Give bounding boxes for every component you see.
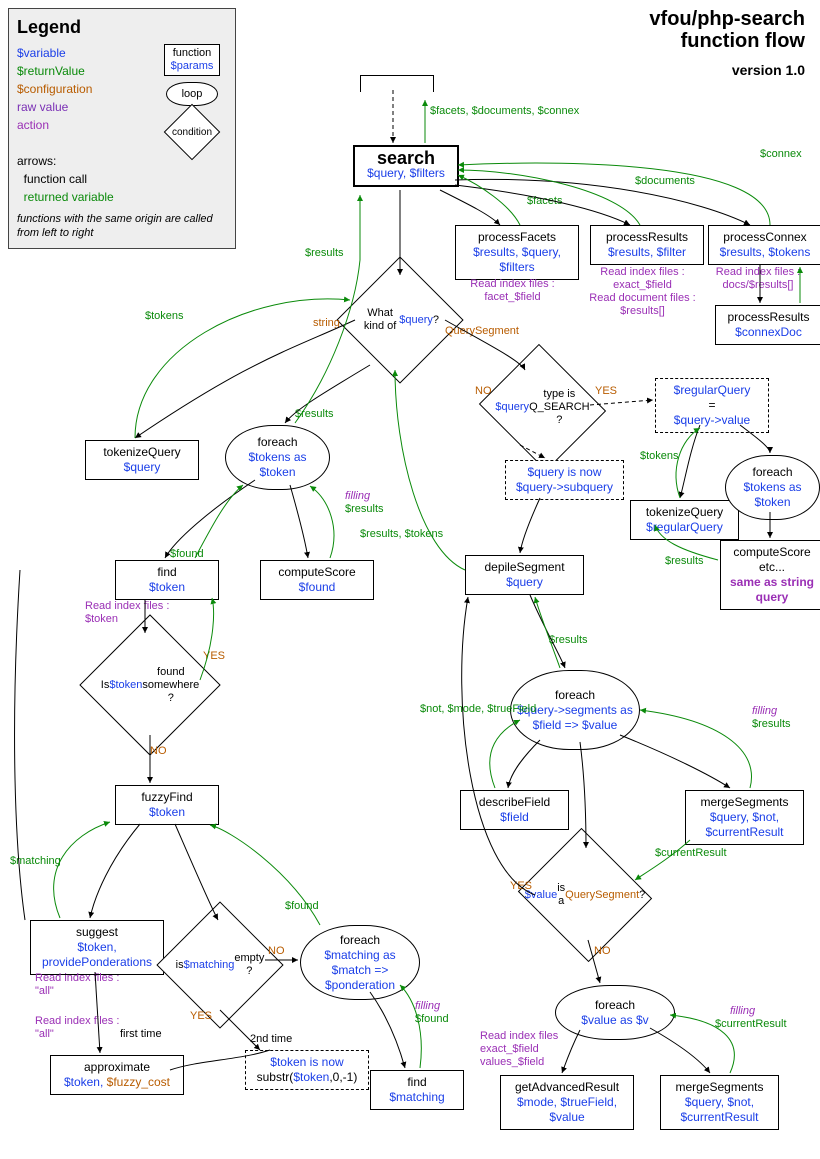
lbl-filling-3: filling [752, 705, 777, 717]
legend-condition: condition [172, 112, 212, 152]
lbl-facets: $facets [527, 195, 562, 207]
read-facet: Read index files :facet_$field [460, 278, 565, 304]
tokenize-query-box: tokenizeQuery $query [85, 440, 199, 480]
legend-arrow-ret: returned variable [24, 190, 114, 204]
read-token: Read index files :$token [85, 600, 185, 626]
foreach-matching: foreach$matching as $match => $ponderati… [300, 925, 420, 1000]
lbl-2ndtime: 2nd time [250, 1033, 292, 1045]
lbl-results-5: $results [665, 555, 704, 567]
depile-segment-box: depileSegment $query [465, 555, 584, 595]
lbl-documents: $documents [635, 175, 695, 187]
foreach-value: foreach$value as $v [555, 985, 675, 1040]
lbl-filling-2: filling [415, 1000, 440, 1012]
merge-segments-box: mergeSegments $query, $not, $currentResu… [685, 790, 804, 845]
token-substr-box: $token is now substr($token,0,-1) [245, 1050, 369, 1090]
suggest-box: suggest $token, providePonderations [30, 920, 164, 975]
lbl-yes-valueqs: YES [510, 880, 532, 892]
lbl-results-4: $results [752, 718, 791, 730]
lbl-connex: $connex [760, 148, 802, 160]
lbl-querysegment: QuerySegment [445, 325, 519, 337]
cond-token-found: Is $token found somewhere ? [100, 635, 200, 735]
search-box: search $query, $filters [353, 145, 459, 187]
lbl-results-2: $results [295, 408, 334, 420]
read-exact: Read index files :exact_$fieldRead docum… [585, 266, 700, 318]
get-advanced-result-box: getAdvancedResult $mode, $trueField, $va… [500, 1075, 634, 1130]
lbl-matching-1: $matching [10, 855, 61, 867]
lbl-yes-qsearch: YES [595, 385, 617, 397]
lbl-tokens-1: $tokens [145, 310, 184, 322]
lbl-found-3: $found [415, 1013, 449, 1025]
legend-config: $configuration [17, 82, 92, 96]
lbl-results-3: $results [345, 503, 384, 515]
cond-value-qs: $value is a QuerySegment ? [535, 850, 635, 940]
lbl-filling-4: filling [730, 1005, 755, 1017]
title-version: version 1.0 [732, 62, 805, 78]
lbl-firsttime: first time [120, 1028, 162, 1040]
cond-whatkind: What kind of $query ? [355, 275, 445, 365]
lbl-filling-1: filling [345, 490, 370, 502]
foreach-tokens2: foreach$tokens as $token [725, 455, 820, 520]
process-results2-box: processResults $connexDoc [715, 305, 820, 345]
lbl-no-qsearch: NO [475, 385, 492, 397]
find2-box: find $matching [370, 1070, 464, 1110]
lbl-string: string [313, 317, 340, 329]
legend-loop: loop [166, 82, 218, 106]
find-box: find $token [115, 560, 219, 600]
compute-score2-box: computeScore etc... same as string query [720, 540, 820, 610]
lbl-facets-docs-connex: $facets, $documents, $connex [430, 105, 579, 117]
legend-function-box: function $params [164, 44, 221, 76]
legend-arrow-fn: function call [24, 172, 87, 186]
diagram-page: vfou/php-search function flow version 1.… [0, 0, 820, 1159]
lbl-results-dep: $results [549, 634, 588, 646]
title-line2: function flow [681, 30, 805, 52]
legend-raw: raw value [17, 100, 68, 114]
lbl-yes-matching: YES [190, 1010, 212, 1022]
lbl-results-tokens: $results, $tokens [360, 528, 443, 540]
lbl-no-tokenfound: NO [150, 745, 167, 757]
legend-variable: $variable [17, 46, 66, 60]
read-all-2: Read index files :"all" [35, 1015, 130, 1041]
legend-arrows: arrows: [17, 154, 56, 168]
legend-box: Legend $variable $returnValue $configura… [8, 8, 236, 249]
describe-field-box: describeField $field [460, 790, 569, 830]
lbl-found-1: $found [170, 548, 204, 560]
read-exact-values: Read index files exact_$field values_$fi… [480, 1030, 570, 1069]
approximate-box: approximate $token, $fuzzy_cost [50, 1055, 184, 1095]
process-connex-box: processConnex $results, $tokens [708, 225, 820, 265]
legend-action: action [17, 118, 49, 132]
regular-query-box: $regularQuery= $query->value [655, 378, 769, 433]
process-facets-box: processFacets $results, $query, $filters [455, 225, 579, 280]
tokenize-query2-box: tokenizeQuery $regularQuery [630, 500, 739, 540]
legend-return: $returnValue [17, 64, 85, 78]
read-docs: Read index files :docs/$results[] [708, 266, 808, 292]
compute-score-box: computeScore $found [260, 560, 374, 600]
read-all-1: Read index files :"all" [35, 972, 130, 998]
lbl-results-1: $results [305, 247, 344, 259]
query-subquery-box: $query is now $query->subquery [505, 460, 624, 500]
foreach-tokens: foreach$tokens as $token [225, 425, 330, 490]
legend-note: functions with the same origin are calle… [17, 212, 227, 240]
cond-matching-empty: is $matching empty ? [175, 920, 265, 1010]
entry-box [360, 75, 434, 92]
lbl-tokens-2: $tokens [640, 450, 679, 462]
lbl-not-mode: $not, $mode, $trueField [420, 703, 536, 715]
title-line1: vfou/php-search [649, 8, 805, 30]
legend-heading: Legend [17, 17, 227, 38]
lbl-found-2: $found [285, 900, 319, 912]
lbl-currentresult: $currentResult [655, 847, 727, 859]
lbl-no-valueqs: NO [594, 945, 611, 957]
merge-segments2-box: mergeSegments $query, $not, $currentResu… [660, 1075, 779, 1130]
cond-qsearch: $query type is Q_SEARCH ? [495, 365, 590, 450]
lbl-yes-tokenfound: YES [203, 650, 225, 662]
lbl-no-matching: NO [268, 945, 285, 957]
process-results-box: processResults $results, $filter [590, 225, 704, 265]
lbl-currentresult2: $currentResult [715, 1018, 787, 1030]
fuzzy-find-box: fuzzyFind $token [115, 785, 219, 825]
page-title: vfou/php-search function flow version 1.… [649, 8, 805, 78]
